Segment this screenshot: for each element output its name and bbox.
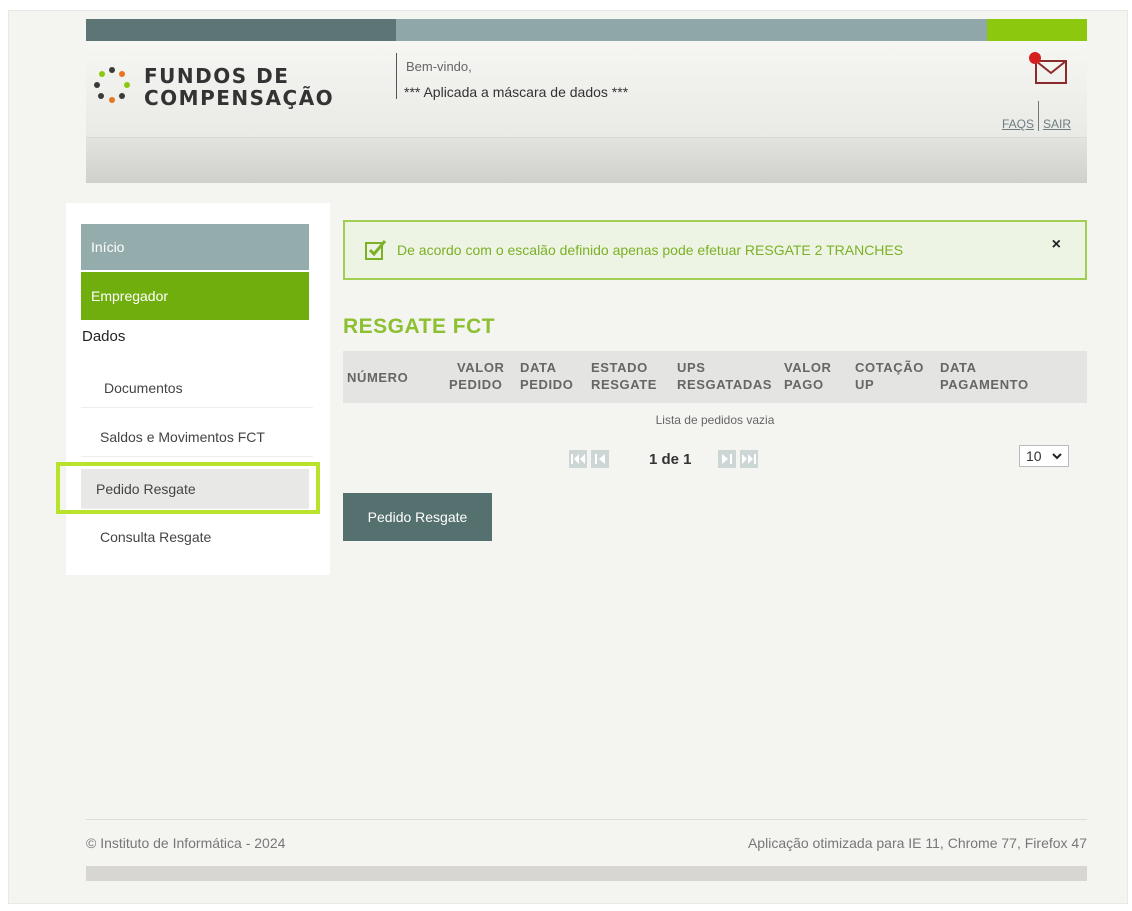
welcome-text: Bem-vindo, xyxy=(406,59,472,74)
first-page-icon[interactable] xyxy=(569,450,587,468)
sidebar-item-documentos[interactable]: Documentos xyxy=(81,368,313,408)
page-size-select[interactable]: 10 xyxy=(1019,445,1069,467)
data-mask-notice: *** Aplicada a máscara de dados *** xyxy=(404,84,629,100)
link-separator xyxy=(1037,101,1039,131)
faqs-link[interactable]: FAQS xyxy=(1002,117,1034,131)
chevron-down-icon xyxy=(1052,453,1062,460)
sidebar: Início Empregador Dados Documentos Saldo… xyxy=(66,203,330,575)
mail-notification-icon[interactable] xyxy=(1028,51,1068,87)
pagination: 1 de 1 xyxy=(569,448,762,470)
column-header-data-pagamento[interactable]: DATA PAGAMENTO xyxy=(940,359,1029,393)
footer-browser-note: Aplicação otimizada para IE 11, Chrome 7… xyxy=(747,835,1087,851)
footer-divider xyxy=(86,819,1087,820)
column-header-valor-pedido[interactable]: VALOR PEDIDO xyxy=(449,359,505,393)
logo[interactable]: FUNDOS DE COMPENSAÇÃO xyxy=(92,65,392,113)
next-page-icon[interactable] xyxy=(717,450,736,468)
header-links: FAQS SAIR xyxy=(1002,101,1071,139)
page-title: RESGATE FCT xyxy=(343,315,496,338)
footer-copyright: © Instituto de Informática - 2024 xyxy=(86,835,286,851)
sidebar-item-dados[interactable]: Dados xyxy=(82,328,125,345)
table-header: NÚMERO VALOR PEDIDO DATA PEDIDO ESTADO R… xyxy=(343,351,1087,403)
header-divider xyxy=(396,53,397,99)
sub-header-bar xyxy=(86,138,1087,183)
page-indicator: 1 de 1 xyxy=(649,450,692,468)
logo-icon xyxy=(94,67,130,103)
column-header-numero[interactable]: NÚMERO xyxy=(347,369,408,386)
sidebar-item-saldos[interactable]: Saldos e Movimentos FCT xyxy=(81,417,313,457)
empty-list-message: Lista de pedidos vazia xyxy=(655,413,775,427)
selection-highlight xyxy=(56,462,320,514)
info-alert: De acordo com o escalão definido apenas … xyxy=(343,220,1087,280)
page: FUNDOS DE COMPENSAÇÃO Bem-vindo, *** Apl… xyxy=(8,10,1128,904)
close-icon[interactable]: × xyxy=(1052,236,1061,254)
header: FUNDOS DE COMPENSAÇÃO Bem-vindo, *** Apl… xyxy=(86,41,1087,138)
logout-link[interactable]: SAIR xyxy=(1043,117,1071,131)
logo-line1: FUNDOS DE xyxy=(144,64,290,88)
column-header-cotacao-up[interactable]: COTAÇÃO UP xyxy=(855,359,924,393)
alert-message: De acordo com o escalão definido apenas … xyxy=(397,242,904,258)
footer-bar xyxy=(86,866,1087,881)
top-color-bar xyxy=(86,19,1087,41)
checkbox-check-icon xyxy=(365,240,387,260)
sidebar-item-consulta-resgate[interactable]: Consulta Resgate xyxy=(81,517,313,557)
sidebar-item-empregador[interactable]: Empregador xyxy=(81,272,309,320)
sidebar-item-inicio[interactable]: Início xyxy=(81,224,309,270)
column-header-ups-resgatadas[interactable]: UPS RESGATADAS xyxy=(677,359,772,393)
last-page-icon[interactable] xyxy=(739,450,758,468)
column-header-estado-resgate[interactable]: ESTADO RESGATE xyxy=(591,359,657,393)
page-size-value: 10 xyxy=(1026,448,1042,464)
column-header-data-pedido[interactable]: DATA PEDIDO xyxy=(520,359,573,393)
column-header-valor-pago[interactable]: VALOR PAGO xyxy=(784,359,832,393)
pedido-resgate-button[interactable]: Pedido Resgate xyxy=(343,493,492,541)
logo-line2: COMPENSAÇÃO xyxy=(144,86,335,110)
previous-page-icon[interactable] xyxy=(591,450,609,468)
